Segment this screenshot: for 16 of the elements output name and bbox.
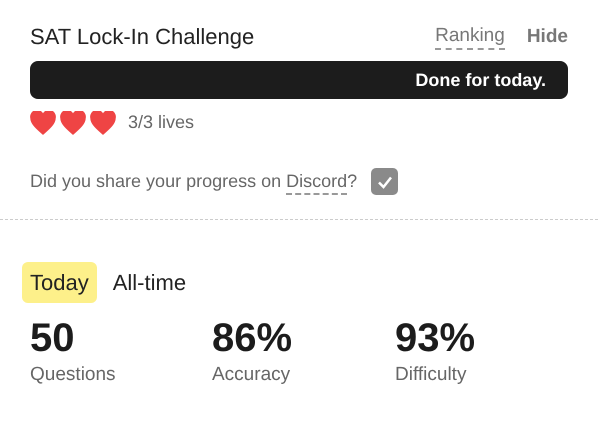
stat-label: Questions <box>30 363 117 387</box>
question-mark: ? <box>347 170 358 193</box>
stat-label: Accuracy <box>212 363 292 387</box>
challenge-title: SAT Lock-In Challenge <box>30 23 254 51</box>
period-tab[interactable]: Today <box>22 262 97 303</box>
stat-value: 50 <box>30 315 76 361</box>
lives-count: 3/3 lives <box>128 111 194 134</box>
stat-value: 86% <box>212 315 294 361</box>
period-tab[interactable]: All-time <box>104 262 194 303</box>
share-checkbox[interactable] <box>371 168 398 195</box>
hide-link[interactable]: Hide <box>526 24 568 48</box>
discord-link[interactable]: Discord <box>286 168 348 194</box>
stat-label: Difficulty <box>395 363 468 387</box>
ranking-link[interactable]: Ranking <box>435 24 505 50</box>
stat-value: 93% <box>395 315 476 361</box>
share-question: Did you share your progress on <box>30 170 282 193</box>
